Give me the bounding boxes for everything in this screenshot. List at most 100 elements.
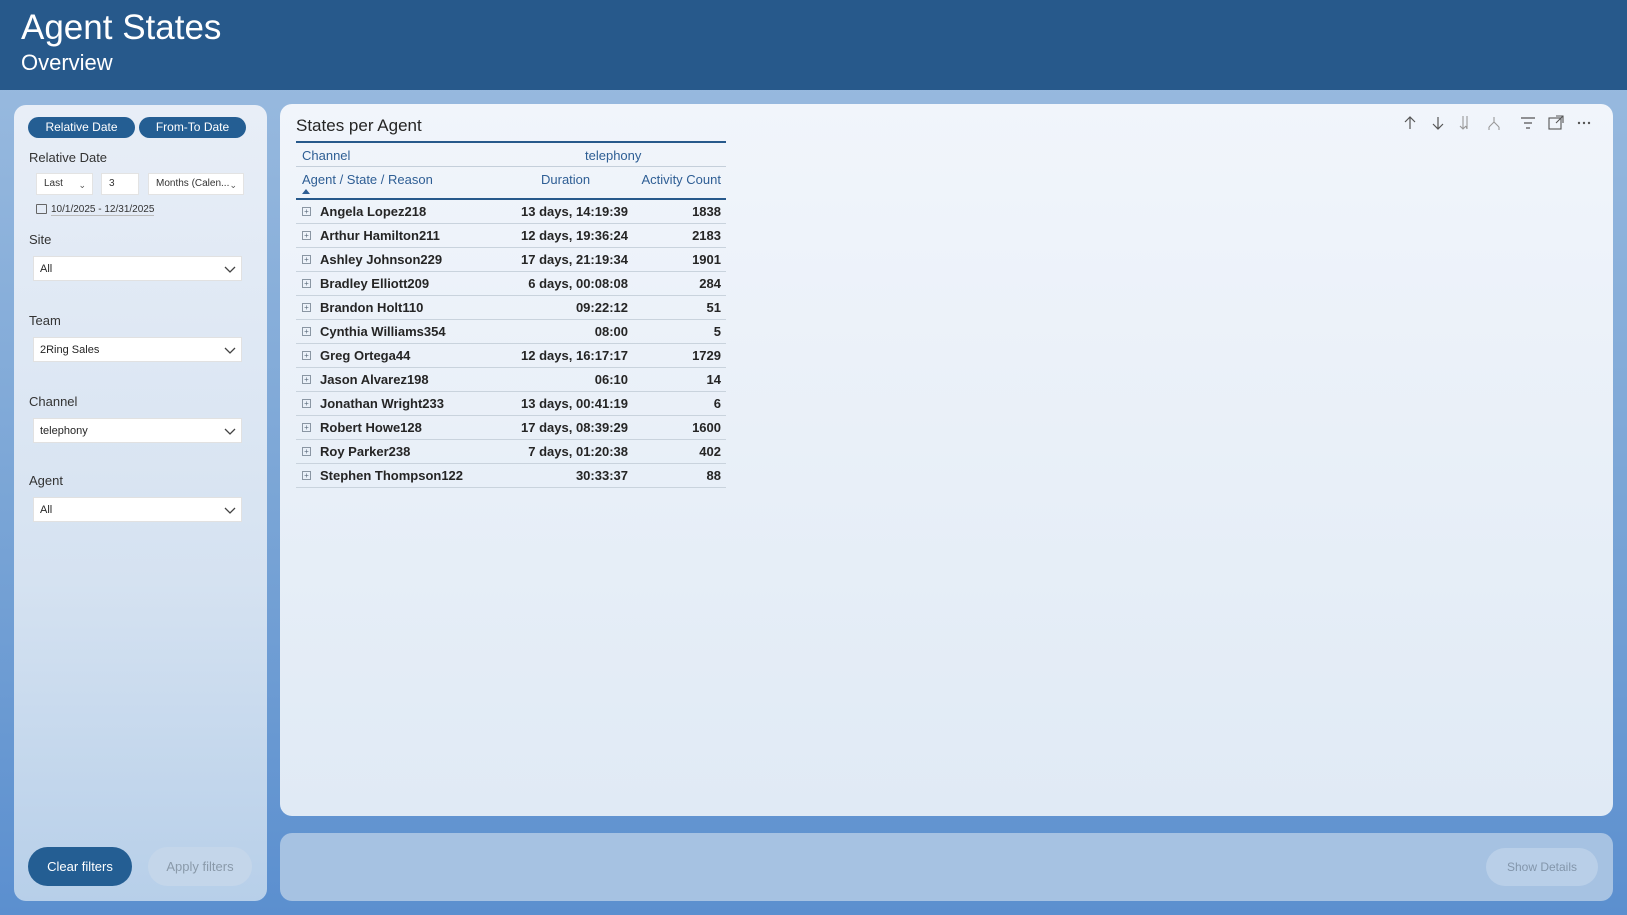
agent-dropdown[interactable]: All [33, 497, 242, 522]
relative-direction-value: Last [44, 178, 63, 189]
duration-value: 13 days, 14:19:39 [521, 204, 628, 219]
team-dropdown[interactable]: 2Ring Sales [33, 337, 242, 362]
duration-value: 6 days, 00:08:08 [528, 276, 628, 291]
date-range-text: 10/1/2025 - 12/31/2025 [51, 204, 155, 216]
table-row[interactable]: + Ashley Johnson229 17 days, 21:19:34 1901 [296, 248, 726, 272]
table-row[interactable]: + Greg Ortega44 12 days, 16:17:17 1729 [296, 344, 726, 368]
page-title: Agent States [21, 8, 222, 47]
expand-icon[interactable]: + [302, 471, 311, 480]
expand-icon[interactable]: + [302, 207, 311, 216]
states-per-agent-visual: States per Agent Channel telephony Agent… [280, 104, 1613, 816]
sort-ascending-icon [302, 189, 310, 194]
clear-filters-button[interactable]: Clear filters [28, 847, 132, 886]
activity-count-value: 1729 [692, 348, 721, 363]
duration-value: 08:00 [594, 324, 628, 339]
report-header: Agent States Overview [0, 0, 1627, 90]
arrow-down-icon[interactable] [1429, 114, 1447, 132]
channel-label: Channel [29, 394, 78, 409]
agent-name: Bradley Elliott209 [320, 276, 430, 291]
site-dropdown[interactable]: All [33, 256, 242, 281]
table-row[interactable]: + Roy Parker238 7 days, 01:20:38 402 [296, 440, 726, 464]
chevron-down-icon [224, 507, 236, 514]
expand-icon[interactable]: + [302, 231, 311, 240]
filter-panel: Relative Date From-To Date Relative Date… [14, 105, 267, 901]
channel-value-header: telephony [585, 148, 642, 163]
more-options-icon[interactable] [1575, 114, 1593, 132]
activity-count-value: 1600 [692, 420, 721, 435]
activity-count-value: 2183 [692, 228, 721, 243]
from-to-date-button[interactable]: From-To Date [139, 117, 246, 138]
agent-label: Agent [29, 473, 63, 488]
agent-name: Robert Howe128 [320, 420, 422, 435]
team-value: 2Ring Sales [40, 344, 100, 356]
chevron-down-icon: ⌄ [78, 180, 86, 190]
channel-dropdown[interactable]: telephony [33, 418, 242, 443]
duration-value: 17 days, 21:19:34 [521, 252, 628, 267]
matrix-channel-header-row: Channel telephony [296, 141, 726, 167]
agent-name: Arthur Hamilton211 [320, 228, 440, 243]
table-row[interactable]: + Jason Alvarez198 06:10 14 [296, 368, 726, 392]
agent-state-reason-header[interactable]: Agent / State / Reason [302, 172, 433, 187]
activity-count-header[interactable]: Activity Count [642, 172, 721, 187]
agent-name: Angela Lopez218 [320, 204, 427, 219]
duration-header[interactable]: Duration [541, 172, 590, 187]
duration-value: 12 days, 19:36:24 [521, 228, 628, 243]
chevron-down-icon [224, 266, 236, 273]
table-row[interactable]: + Stephen Thompson122 30:33:37 88 [296, 464, 726, 488]
relative-date-button[interactable]: Relative Date [28, 117, 135, 138]
apply-filters-button[interactable]: Apply filters [148, 847, 252, 886]
table-row[interactable]: + Angela Lopez218 13 days, 14:19:39 1838 [296, 200, 726, 224]
expand-icon[interactable]: + [302, 351, 311, 360]
matrix-column-header-row: Agent / State / Reason Duration Activity… [296, 167, 726, 200]
expand-icon[interactable]: + [302, 327, 311, 336]
agent-name: Brandon Holt110 [320, 300, 424, 315]
expand-icon[interactable]: + [302, 303, 311, 312]
agent-name: Jonathan Wright233 [320, 396, 445, 411]
activity-count-value: 284 [699, 276, 721, 291]
agent-name: Roy Parker238 [320, 444, 411, 459]
chevron-down-icon [224, 428, 236, 435]
calendar-icon [36, 204, 47, 215]
chevron-down-icon: ⌄ [229, 180, 237, 190]
chevron-down-icon [224, 347, 236, 354]
matrix-body: + Angela Lopez218 13 days, 14:19:39 1838 + Ar… [296, 200, 726, 488]
duration-value: 13 days, 00:41:19 [521, 396, 628, 411]
relative-direction-select[interactable]: Last ⌄ [36, 173, 93, 195]
relative-unit-select[interactable]: Months (Calen... ⌄ [148, 173, 244, 195]
focus-mode-icon[interactable] [1547, 114, 1565, 132]
expand-icon[interactable]: + [302, 399, 311, 408]
table-row[interactable]: + Arthur Hamilton211 12 days, 19:36:24 2183 [296, 224, 726, 248]
channel-value: telephony [40, 425, 88, 437]
date-range-display: 10/1/2025 - 12/31/2025 [36, 204, 155, 216]
duration-value: 09:22:12 [575, 300, 628, 315]
expand-icon[interactable]: + [302, 447, 311, 456]
agent-states-matrix: Channel telephony Agent / State / Reason… [296, 141, 726, 488]
fork-icon[interactable] [1485, 114, 1503, 132]
activity-count-value: 402 [699, 444, 721, 459]
agent-name: Stephen Thompson122 [320, 468, 464, 483]
details-panel: Show Details [280, 833, 1613, 901]
show-details-button[interactable]: Show Details [1486, 848, 1598, 886]
table-row[interactable]: + Brandon Holt110 09:22:12 51 [296, 296, 726, 320]
team-label: Team [29, 313, 61, 328]
agent-value: All [40, 504, 53, 516]
duration-value: 30:33:37 [575, 468, 628, 483]
relative-date-label: Relative Date [29, 150, 108, 165]
expand-icon[interactable]: + [302, 255, 311, 264]
filter-icon[interactable] [1519, 114, 1537, 132]
table-row[interactable]: + Cynthia Williams354 08:00 5 [296, 320, 726, 344]
expand-icon[interactable]: + [302, 423, 311, 432]
channel-column-label: Channel [302, 148, 351, 163]
table-row[interactable]: + Jonathan Wright233 13 days, 00:41:19 6 [296, 392, 726, 416]
activity-count-value: 14 [706, 372, 721, 387]
relative-amount-input[interactable]: 3 [101, 173, 139, 195]
expand-icon[interactable]: + [302, 375, 311, 384]
duration-value: 7 days, 01:20:38 [528, 444, 628, 459]
visual-title: States per Agent [296, 116, 422, 135]
table-row[interactable]: + Robert Howe128 17 days, 08:39:29 1600 [296, 416, 726, 440]
arrow-up-icon[interactable] [1401, 114, 1419, 132]
double-arrow-down-icon[interactable] [1457, 114, 1475, 132]
table-row[interactable]: + Bradley Elliott209 6 days, 00:08:08 284 [296, 272, 726, 296]
duration-value: 17 days, 08:39:29 [521, 420, 628, 435]
expand-icon[interactable]: + [302, 279, 311, 288]
